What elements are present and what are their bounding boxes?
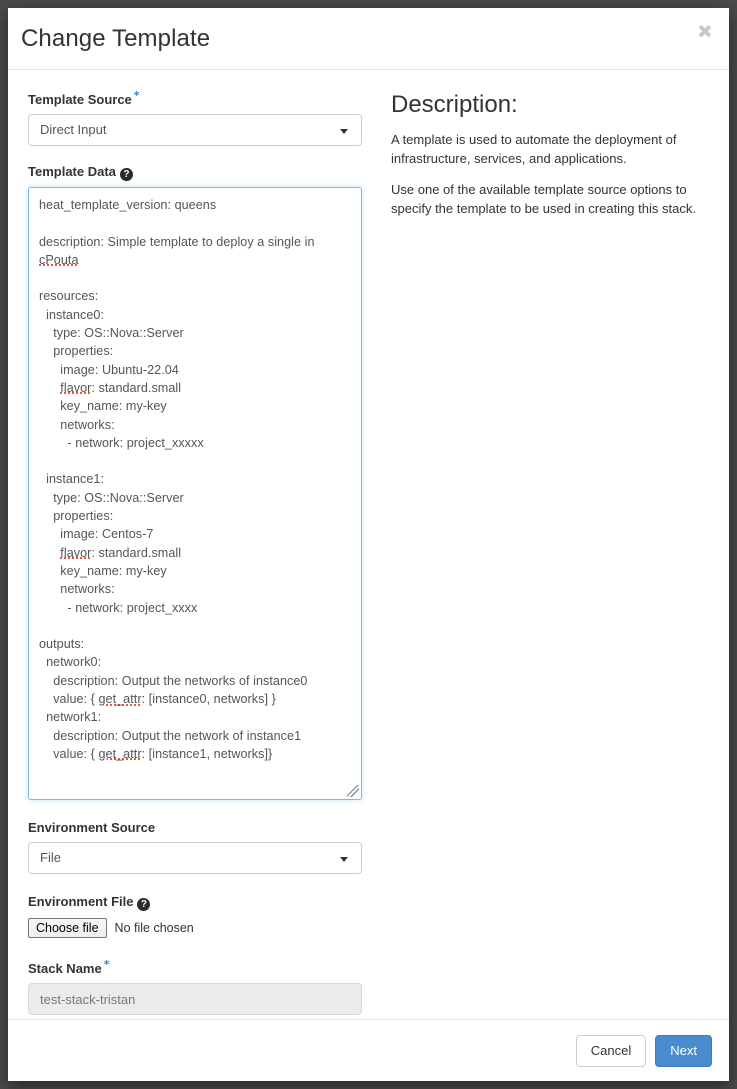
description-heading: Description:	[391, 91, 518, 118]
help-icon[interactable]: ?	[119, 168, 133, 181]
template-data-label-text: Template Data	[28, 164, 116, 179]
environment-source-label: Environment Source	[28, 820, 156, 835]
resize-handle[interactable]	[347, 785, 359, 797]
environment-source-select[interactable]: File	[28, 842, 362, 874]
close-icon[interactable]: ✖	[693, 20, 717, 44]
template-data-label: Template Data?	[28, 164, 362, 181]
dialog-footer: Cancel Next	[8, 1019, 729, 1081]
misspelled-word: flavor	[60, 545, 92, 560]
description-paragraph-2: Use one of the available template source…	[391, 182, 696, 217]
template-source-label: Template Source *	[28, 88, 362, 108]
template-source-value: Direct Input	[40, 122, 107, 137]
misspelled-word: get_attr	[98, 692, 142, 707]
change-template-dialog: Change Template ✖ Template Source * Direc…	[8, 8, 729, 1081]
stack-name-label: Stack Name *	[28, 957, 362, 977]
environment-source-value: File	[40, 850, 61, 865]
environment-file-input: Choose file No file chosen	[28, 917, 362, 939]
misspelled-word: flavor	[60, 380, 92, 395]
form-column: Template Source * Direct Input Template D…	[28, 88, 362, 1015]
required-asterisk: *	[103, 957, 110, 971]
dialog-header: Change Template ✖	[8, 8, 729, 70]
template-data-group: Template Data? heat_template_version: qu…	[28, 164, 362, 800]
chevron-down-icon	[340, 129, 348, 134]
environment-file-label: Environment File?	[28, 894, 362, 911]
dialog-body: Template Source * Direct Input Template D…	[8, 70, 729, 1019]
template-source-select[interactable]: Direct Input	[28, 114, 362, 146]
cancel-button[interactable]: Cancel	[575, 1034, 647, 1067]
next-button[interactable]: Next	[655, 1034, 712, 1067]
environment-source-group: Environment Source File	[28, 820, 362, 874]
file-status-text: No file chosen	[114, 921, 194, 935]
required-asterisk: *	[133, 88, 140, 102]
template-data-value: heat_template_version: queens descriptio…	[39, 198, 315, 761]
template-source-group: Template Source * Direct Input	[28, 88, 362, 146]
stack-name-label-text: Stack Name	[28, 961, 102, 976]
description-panel: Description: A template is used to autom…	[391, 91, 711, 230]
chevron-down-icon	[340, 857, 348, 862]
description-paragraph-1: A template is used to automate the deplo…	[391, 132, 677, 167]
template-source-label-text: Template Source	[28, 92, 132, 107]
misspelled-word: cPouta	[39, 252, 79, 267]
help-icon[interactable]: ?	[137, 898, 151, 911]
page-title: Change Template	[21, 25, 211, 52]
environment-file-label-text: Environment File	[28, 894, 134, 909]
stack-name-input[interactable]	[28, 983, 362, 1015]
choose-file-button[interactable]: Choose file	[28, 918, 107, 938]
stack-name-group: Stack Name *	[28, 957, 362, 1015]
template-data-textarea[interactable]: heat_template_version: queens descriptio…	[28, 187, 362, 800]
environment-file-group: Environment File? Choose file No file ch…	[28, 894, 362, 939]
misspelled-word: get_attr	[98, 746, 142, 761]
